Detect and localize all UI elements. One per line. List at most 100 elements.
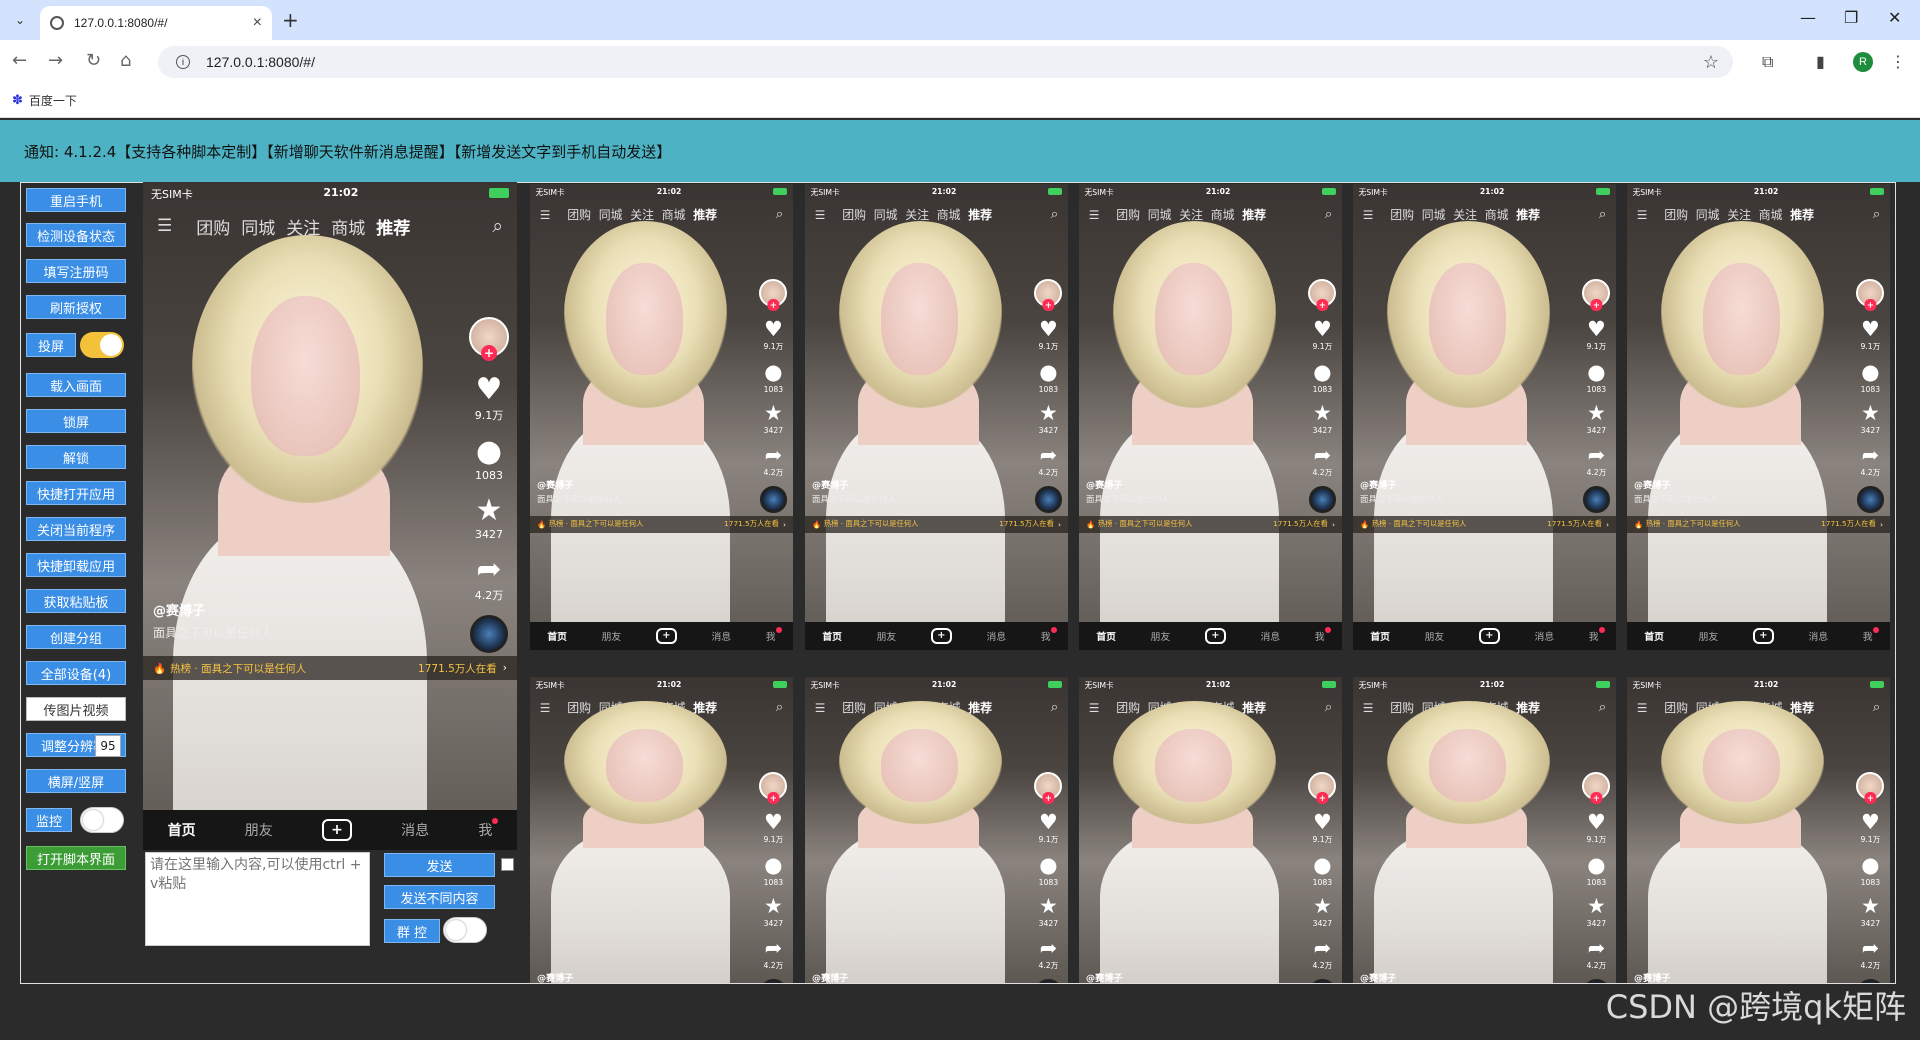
search-icon[interactable]: ⌕ [492,215,503,237]
music-disc-icon[interactable] [470,615,508,653]
phone-screen[interactable]: 无SIM卡21:02☰团购同城关注商城推荐⌕+♥9.1万●1083★3427➦4… [143,182,517,850]
nav-tab[interactable]: 团购 [1390,206,1414,223]
nav-3[interactable]: 消息 [1809,629,1829,643]
restart-phone-button[interactable]: 重启手机 [26,188,126,212]
nav-0[interactable]: 首页 [822,629,842,643]
nav-tab[interactable]: 团购 [567,206,591,223]
heart-icon[interactable]: ♥ [1313,319,1332,340]
author-name[interactable]: @赛博子 [1634,477,1670,491]
star-icon[interactable]: ★ [1861,403,1880,424]
comment-icon[interactable]: ● [1861,362,1879,383]
nav-tab[interactable]: 推荐 [968,206,992,223]
create-plus-icon[interactable]: + [655,628,677,644]
get-clipboard-button[interactable]: 获取粘贴板 [26,589,126,613]
comment-icon[interactable]: ● [1039,362,1057,383]
home-icon[interactable]: ⌂ [120,50,131,71]
send-different-button[interactable]: 发送不同内容 [384,885,495,909]
nav-tab[interactable]: 商城 [1211,206,1235,223]
quick-uninstall-button[interactable]: 快捷卸载应用 [26,553,126,577]
nav-tab[interactable]: 商城 [662,206,686,223]
nav-tab[interactable]: 同城 [1422,206,1446,223]
search-icon[interactable]: ⌕ [1051,207,1058,222]
nav-1[interactable]: 朋友 [1699,629,1719,643]
hot-list-bar[interactable]: 🔥 热榜 · 面具之下可以是任何人 1771.5万人在看 › [1353,515,1616,533]
author-name[interactable]: @赛博子 [1360,970,1396,983]
nav-tab[interactable]: 团购 [1664,699,1688,716]
star-icon[interactable]: ★ [476,496,503,526]
extensions-icon[interactable]: ⧉ [1762,52,1773,72]
author-avatar[interactable]: + [1582,771,1611,804]
hot-list-bar[interactable]: 🔥 热榜 · 面具之下可以是任何人 1771.5万人在看 › [143,656,517,680]
reload-icon[interactable]: ↻ [86,50,101,71]
nav-0[interactable]: 首页 [1096,629,1116,643]
author-avatar[interactable]: + [1582,278,1611,311]
hamburger-icon[interactable]: ☰ [540,208,551,222]
follow-plus-icon[interactable]: + [481,345,497,361]
follow-plus-icon[interactable]: + [1590,792,1602,804]
star-icon[interactable]: ★ [764,896,783,917]
share-icon[interactable]: ➦ [765,937,783,959]
phone-screen[interactable]: 无SIM卡21:02☰团购同城关注商城推荐⌕+♥9.1万●1083★3427➦4… [805,184,1068,650]
upload-media-button[interactable]: 传图片视频 [26,697,126,721]
nav-tab[interactable]: 团购 [842,206,866,223]
lock-screen-button[interactable]: 锁屏 [26,409,126,433]
nav-tab[interactable]: 商城 [1485,206,1509,223]
nav-tab[interactable]: 同城 [1148,206,1172,223]
close-current-app-button[interactable]: 关闭当前程序 [26,517,126,541]
heart-icon[interactable]: ♥ [1587,812,1606,833]
star-icon[interactable]: ★ [1587,896,1606,917]
music-disc-icon[interactable] [1035,486,1062,514]
nav-tab[interactable]: 团购 [1390,699,1414,716]
register-code-button[interactable]: 填写注册码 [26,259,126,283]
star-icon[interactable]: ★ [764,403,783,424]
nav-tab[interactable]: 团购 [1116,699,1140,716]
hamburger-icon[interactable]: ☰ [815,701,826,715]
create-plus-icon[interactable]: + [1478,628,1500,644]
follow-plus-icon[interactable]: + [1316,792,1328,804]
comment-icon[interactable]: ● [1039,855,1057,876]
browser-tab[interactable]: 127.0.0.1:8080/#/ × [40,6,272,40]
nav-tab[interactable]: 团购 [567,699,591,716]
nav-3[interactable]: 消息 [1261,629,1281,643]
nav-tab[interactable]: 同城 [874,206,898,223]
hamburger-icon[interactable]: ☰ [1089,208,1100,222]
create-plus-icon[interactable]: + [1204,628,1226,644]
create-group-button[interactable]: 创建分组 [26,625,126,649]
phone-screen[interactable]: 无SIM卡21:02☰团购同城关注商城推荐⌕+♥9.1万●1083★3427➦4… [1627,677,1890,983]
open-script-button[interactable]: 打开脚本界面 [26,846,126,870]
nav-tab[interactable]: 推荐 [1790,206,1814,223]
nav-me[interactable]: 我 [1315,627,1331,643]
profile-avatar[interactable]: R [1853,52,1873,72]
all-devices-button[interactable]: 全部设备(4) [26,661,126,685]
refresh-auth-button[interactable]: 刷新授权 [26,295,126,319]
phone-screen[interactable]: 无SIM卡21:02☰团购同城关注商城推荐⌕+♥9.1万●1083★3427➦4… [530,184,793,650]
search-icon[interactable]: ⌕ [1051,700,1058,715]
author-avatar[interactable]: + [1856,771,1885,804]
create-plus-icon[interactable]: + [321,819,352,841]
author-name[interactable]: @赛博子 [812,970,848,983]
nav-1[interactable]: 朋友 [877,629,897,643]
close-window-icon[interactable]: ✕ [1888,8,1901,27]
message-input[interactable] [145,852,370,946]
star-icon[interactable]: ★ [1039,403,1058,424]
heart-icon[interactable]: ♥ [764,319,783,340]
phone-screen[interactable]: 无SIM卡21:02☰团购同城关注商城推荐⌕+♥9.1万●1083★3427➦4… [1353,184,1616,650]
back-icon[interactable]: ← [12,50,27,71]
follow-plus-icon[interactable]: + [1316,299,1328,311]
search-icon[interactable]: ⌕ [1873,207,1880,222]
comment-icon[interactable]: ● [1313,362,1331,383]
share-icon[interactable]: ➦ [476,555,501,585]
phone-screen[interactable]: 无SIM卡21:02☰团购同城关注商城推荐⌕+♥9.1万●1083★3427➦4… [1627,184,1890,650]
new-tab-button[interactable]: + [282,8,299,32]
follow-plus-icon[interactable]: + [1864,792,1876,804]
follow-plus-icon[interactable]: + [1042,792,1054,804]
bookmark-star-icon[interactable]: ☆ [1703,52,1719,73]
author-avatar[interactable]: + [1034,771,1063,804]
unlock-button[interactable]: 解锁 [26,445,126,469]
hamburger-icon[interactable]: ☰ [540,701,551,715]
music-disc-icon[interactable] [1035,979,1062,983]
share-icon[interactable]: ➦ [1314,937,1332,959]
phone-screen[interactable]: 无SIM卡21:02☰团购同城关注商城推荐⌕+♥9.1万●1083★3427➦4… [805,677,1068,983]
nav-tab[interactable]: 团购 [842,699,866,716]
nav-tab[interactable]: 推荐 [693,206,717,223]
